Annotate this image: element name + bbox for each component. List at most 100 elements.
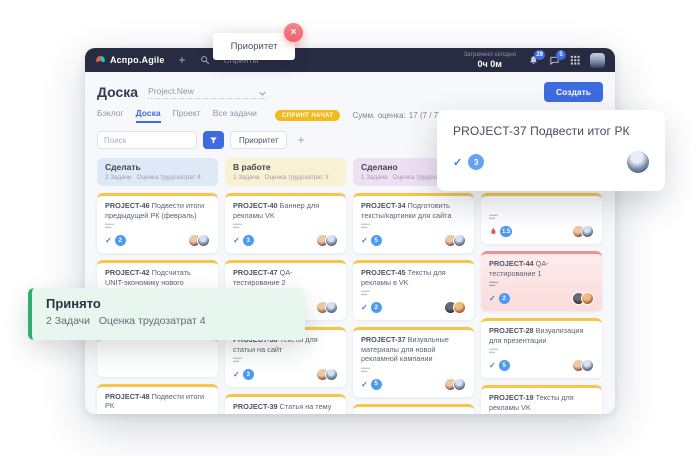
logo-icon — [95, 55, 106, 66]
points-badge: 1.5 — [500, 226, 512, 237]
task-id: PROJECT-44 — [489, 259, 534, 268]
check-icon: ✓ — [361, 380, 368, 389]
description-icon — [489, 281, 498, 288]
points-badge: 2 — [499, 293, 510, 304]
points-badge: 2 — [115, 235, 126, 246]
tab-project[interactable]: Проект — [173, 108, 201, 123]
task-card[interactable]: PROJECT-45 Тексты для рекламы в VK ✓ 2 — [353, 260, 474, 320]
assignee-avatars — [320, 301, 338, 314]
points-badge: 5 — [371, 379, 382, 390]
top-navigation-bar: Аспро.Agile + Спринты Затрачено сегодня … — [85, 48, 615, 72]
task-card[interactable]: PROJECT-19 Тексты для рекламы VK ✓ 5 — [481, 385, 602, 414]
app-name: Аспро.Agile — [110, 55, 165, 65]
task-card[interactable]: PROJECT-37 Визуальные материалы для ново… — [353, 327, 474, 397]
summary-label: Сумм. оценка: — [352, 111, 405, 120]
accepted-column-callout: Принято 2 Задачи Оценка трудозатрат 4 — [28, 288, 305, 340]
project-selector[interactable]: Project.New — [148, 86, 266, 99]
sprint-status-badge: СПРИНТ НАЧАТ — [275, 110, 341, 121]
task-id: PROJECT-42 — [105, 268, 150, 277]
tab-backlog[interactable]: Бэклог — [97, 108, 124, 123]
assignee-avatars — [448, 234, 466, 247]
avatar — [453, 234, 466, 247]
search-icon[interactable] — [200, 55, 210, 65]
close-icon[interactable]: × — [284, 23, 303, 42]
messages-count-badge: 5 — [556, 50, 566, 60]
description-icon — [489, 214, 498, 221]
kanban-column-inprogress: В работе 1 Задача Оценка трудозатрат 3 P… — [225, 158, 346, 414]
page-title: Доска — [97, 84, 138, 100]
task-id: PROJECT-47 — [233, 268, 278, 277]
search-input[interactable] — [97, 131, 197, 149]
check-icon: ✓ — [489, 294, 496, 303]
summary-value: 17 (7 / 7) — [409, 111, 441, 120]
avatar — [325, 368, 338, 381]
app-window: Аспро.Agile + Спринты Затрачено сегодня … — [85, 48, 615, 414]
task-card[interactable]: PROJECT-46 Подвести итоги предыдущей РК … — [97, 193, 218, 253]
notifications-count-badge: 29 — [534, 50, 545, 60]
kanban-column-accepted: Принято 2 Задачи Оценка трудозатрат 4 1.… — [481, 158, 602, 414]
task-card[interactable]: PROJECT-34 Подготовить тексты/картинки д… — [353, 193, 474, 253]
kanban-column-done: Сделано 1 Задача Оценка трудозатрат 6 PR… — [353, 158, 474, 414]
chevron-down-icon — [259, 91, 266, 96]
description-icon — [233, 357, 242, 364]
task-card[interactable]: PROJECT-23 Итоги РК ✓ 0 — [353, 404, 474, 415]
check-icon: ✓ — [453, 156, 462, 169]
task-id: PROJECT-46 — [105, 201, 150, 210]
kanban-column-todo: Сделать 2 Задачи Оценка трудозатрат 4 PR… — [97, 158, 218, 414]
messages-button[interactable]: 5 — [549, 55, 560, 66]
assignee-avatars — [576, 292, 594, 305]
check-icon: ✓ — [105, 236, 112, 245]
avatar — [325, 234, 338, 247]
task-id: PROJECT-34 — [361, 201, 406, 210]
task-card[interactable]: 1.5 — [481, 193, 602, 244]
task-id: PROJECT-37 — [361, 335, 406, 344]
create-button[interactable]: Создать — [544, 82, 603, 102]
task-card[interactable]: PROJECT-40 Баннер для рекламы VK ✓ 3 — [225, 193, 346, 253]
apps-grid-button[interactable] — [570, 55, 580, 65]
assignee-avatars — [448, 301, 466, 314]
fire-icon — [489, 227, 497, 236]
tab-board[interactable]: Доска — [136, 108, 161, 123]
avatar — [581, 225, 594, 238]
assignee-avatars — [320, 368, 338, 381]
app-logo[interactable]: Аспро.Agile — [95, 55, 165, 66]
assignee-avatars — [576, 225, 594, 238]
check-icon: ✓ — [361, 303, 368, 312]
task-card-highlighted[interactable]: PROJECT-44 QA-тестирование 1 ✓ 2 — [481, 251, 602, 311]
avatar — [453, 301, 466, 314]
avatar — [197, 234, 210, 247]
column-header[interactable]: Сделать 2 Задачи Оценка трудозатрат 4 — [97, 158, 218, 186]
task-card[interactable]: PROJECT-39 Статья на тему теории ✓ 3 — [225, 394, 346, 414]
points-badge: 5 — [371, 235, 382, 246]
assignee-avatars — [192, 234, 210, 247]
time-tracker-value: 0ч 0м — [463, 60, 516, 69]
task-preview-popup[interactable]: PROJECT-37 Подвести итог РК ✓ 3 — [437, 110, 665, 191]
points-badge: 3 — [243, 235, 254, 246]
tab-all-tasks[interactable]: Все задачи — [213, 108, 257, 123]
task-card[interactable]: PROJECT-28 Визуализация для презентации … — [481, 318, 602, 378]
avatar — [453, 378, 466, 391]
add-filter-icon[interactable]: + — [297, 133, 304, 147]
task-id: PROJECT-48 — [105, 392, 150, 401]
priority-filter-chip[interactable]: Приоритет — [230, 131, 287, 149]
check-icon: ✓ — [361, 236, 368, 245]
priority-tooltip: Приоритет × — [213, 33, 295, 60]
task-card[interactable]: PROJECT-48 Подвести итоги РК ✓ 0 — [97, 384, 218, 415]
task-card-hidden[interactable] — [97, 337, 218, 377]
assignee-avatars — [320, 234, 338, 247]
avatar — [581, 359, 594, 372]
user-avatar[interactable] — [590, 53, 605, 68]
assignee-avatar — [627, 151, 649, 173]
topbar-right-cluster: Затрачено сегодня 0ч 0м 29 5 — [463, 52, 605, 69]
task-id: PROJECT-39 — [233, 402, 278, 411]
task-id: PROJECT-45 — [361, 268, 406, 277]
quick-add-icon[interactable]: + — [179, 53, 186, 67]
notifications-button[interactable]: 29 — [528, 55, 539, 66]
points-badge: 2 — [371, 302, 382, 313]
points-badge: 5 — [499, 360, 510, 371]
assignee-avatars — [576, 359, 594, 372]
filter-button[interactable] — [203, 131, 224, 149]
column-header[interactable]: В работе 1 Задача Оценка трудозатрат 3 — [225, 158, 346, 186]
task-id: PROJECT-28 — [489, 326, 534, 335]
funnel-icon — [209, 136, 218, 145]
